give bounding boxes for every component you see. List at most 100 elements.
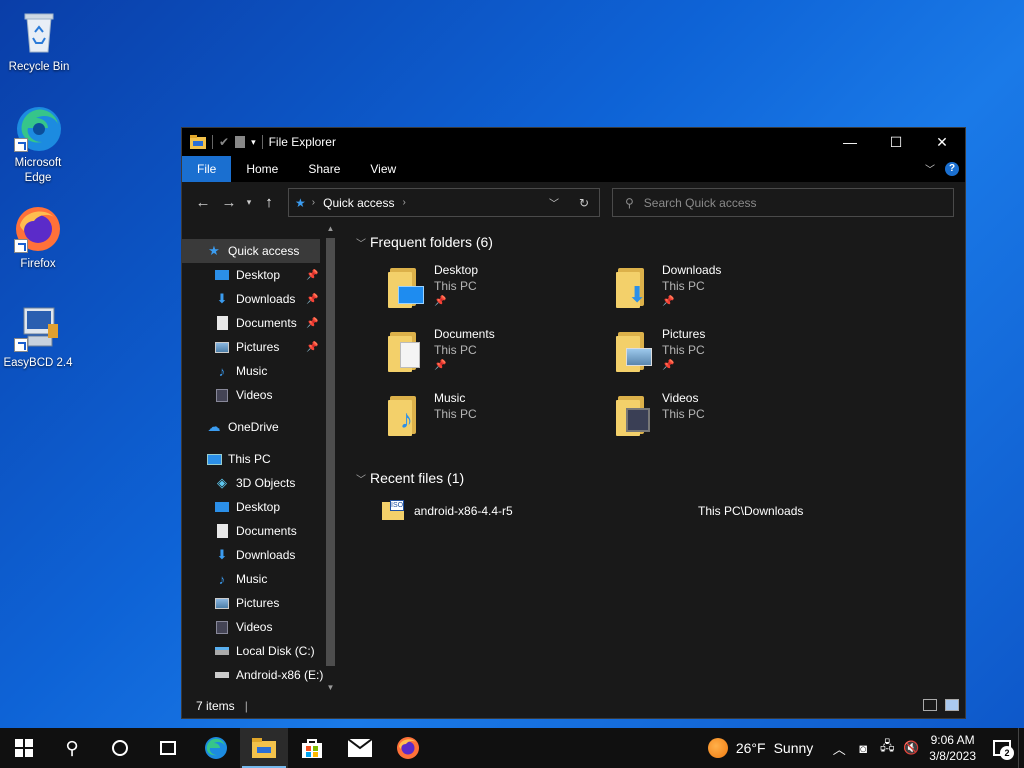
pin-icon: 📌 <box>306 341 319 353</box>
taskbar-mail[interactable] <box>336 728 384 768</box>
sidebar-scrollbar[interactable]: ▲ ▼ <box>323 222 338 694</box>
folder-location: This PC <box>434 407 477 421</box>
sidebar-item-onedrive[interactable]: ☁ OneDrive <box>182 415 338 439</box>
address-bar[interactable]: ★ › Quick access › ﹀ ↻ <box>288 188 600 217</box>
meet-now-icon[interactable]: ◙ <box>851 741 875 756</box>
folder-tile-pictures[interactable]: Pictures This PC 📌 <box>614 326 824 382</box>
folder-location: This PC <box>434 343 477 357</box>
collapse-chevron-icon[interactable]: ﹀ <box>356 471 370 486</box>
sidebar-item-3d-objects[interactable]: ◈ 3D Objects <box>182 471 338 495</box>
close-button[interactable]: ✕ <box>919 128 965 156</box>
details-view-icon[interactable] <box>923 699 937 711</box>
recent-file-row[interactable]: ISO android-x86-4.4-r5 This PC\Downloads <box>356 500 965 522</box>
recent-locations-chevron-icon[interactable]: ▾ <box>242 189 256 215</box>
folder-location: This PC <box>662 407 705 421</box>
sidebar-item-desktop[interactable]: Desktop 📌 <box>182 263 338 287</box>
sidebar-item-pc-music[interactable]: ♪ Music <box>182 567 338 591</box>
tab-view[interactable]: View <box>355 156 411 182</box>
taskbar-store[interactable] <box>288 728 336 768</box>
breadcrumb-chevron-icon[interactable]: › <box>402 197 405 208</box>
sidebar-item-label: Videos <box>236 388 273 402</box>
show-desktop-button[interactable] <box>1018 728 1024 768</box>
network-icon[interactable]: 🖧 <box>875 737 899 759</box>
volume-muted-icon[interactable]: 🔇 <box>899 740 923 756</box>
sidebar-item-label: Local Disk (C:) <box>236 644 315 658</box>
desktop-icon-easybcd[interactable]: EasyBCD 2.4 <box>0 304 76 371</box>
new-folder-icon[interactable] <box>235 136 246 148</box>
taskbar-edge[interactable] <box>192 728 240 768</box>
folder-tile-downloads[interactable]: ⬇ Downloads This PC 📌 <box>614 262 824 318</box>
up-arrow-icon[interactable]: ↑ <box>256 189 282 215</box>
folder-tile-documents[interactable]: Documents This PC 📌 <box>386 326 596 382</box>
breadcrumb-quick-access[interactable]: Quick access <box>323 196 394 210</box>
search-box[interactable]: ⚲ Search Quick access <box>612 188 954 217</box>
forward-arrow-icon[interactable]: → <box>216 189 242 215</box>
maximize-button[interactable]: ☐ <box>873 128 919 156</box>
sun-icon <box>707 738 728 758</box>
back-arrow-icon[interactable]: ← <box>190 189 216 215</box>
sidebar-item-quick-access[interactable]: ★ Quick access <box>182 239 320 263</box>
scroll-up-icon[interactable]: ▲ <box>323 224 338 233</box>
taskbar-firefox[interactable] <box>384 728 432 768</box>
address-dropdown-icon[interactable]: ﹀ <box>539 195 569 210</box>
customize-toolbar-icon[interactable]: ▾ <box>251 137 256 148</box>
task-view-button[interactable] <box>144 728 192 768</box>
pin-icon: 📌 <box>662 360 675 371</box>
cloud-icon: ☁ <box>207 419 221 434</box>
sidebar-item-pc-desktop[interactable]: Desktop <box>182 495 338 519</box>
weather-widget[interactable]: 26°F Sunny <box>707 738 813 758</box>
sidebar-item-local-disk[interactable]: Local Disk (C:) <box>182 639 338 663</box>
folder-name: Pictures <box>662 327 706 341</box>
search-button[interactable]: ⚲ <box>48 728 96 768</box>
tab-home[interactable]: Home <box>231 156 293 182</box>
sidebar-item-pc-documents[interactable]: Documents <box>182 519 338 543</box>
title-bar[interactable]: ✔ ▾ File Explorer — ☐ ✕ <box>182 128 965 156</box>
sidebar-item-pc-pictures[interactable]: Pictures <box>182 591 338 615</box>
clock[interactable]: 9:06 AM 3/8/2023 <box>929 732 976 764</box>
group-title: Frequent folders (6) <box>370 234 493 250</box>
edge-icon <box>14 104 62 152</box>
tab-file[interactable]: File <box>182 156 232 182</box>
taskbar-file-explorer[interactable] <box>240 728 288 768</box>
desktop-icon-edge[interactable]: Microsoft Edge <box>0 104 76 186</box>
recent-files-header[interactable]: ﹀ Recent files (1) <box>356 468 965 488</box>
frequent-folders-header[interactable]: ﹀ Frequent folders (6) <box>356 232 965 252</box>
desktop-icon-firefox[interactable]: Firefox <box>0 205 76 272</box>
sidebar-item-pictures[interactable]: Pictures 📌 <box>182 335 338 359</box>
desktop-icon-recycle-bin[interactable]: Recycle Bin <box>1 8 77 75</box>
sidebar-item-pc-videos[interactable]: Videos <box>182 615 338 639</box>
videos-icon <box>214 387 230 403</box>
sidebar-item-pc-downloads[interactable]: ⬇ Downloads <box>182 543 338 567</box>
cortana-button[interactable] <box>96 728 144 768</box>
shortcut-arrow-icon <box>14 138 28 152</box>
pictures-folder-icon <box>614 326 658 376</box>
start-button[interactable] <box>0 728 48 768</box>
expand-ribbon-icon[interactable]: ﹀ <box>925 161 935 176</box>
collapse-chevron-icon[interactable]: ﹀ <box>356 235 370 250</box>
sidebar-item-android-drive[interactable]: Android-x86 (E:) <box>182 663 338 687</box>
scroll-down-icon[interactable]: ▼ <box>323 683 338 692</box>
downloads-folder-icon: ⬇ <box>614 262 658 312</box>
scrollbar-thumb[interactable] <box>326 238 335 666</box>
sidebar-item-downloads[interactable]: ⬇ Downloads 📌 <box>182 287 338 311</box>
tab-share[interactable]: Share <box>293 156 355 182</box>
properties-icon[interactable]: ✔ <box>219 135 229 149</box>
minimize-button[interactable]: — <box>827 128 873 156</box>
large-icons-view-icon[interactable] <box>945 699 959 711</box>
sidebar-item-music[interactable]: ♪ Music <box>182 359 338 383</box>
refresh-icon[interactable]: ↻ <box>569 196 599 210</box>
sidebar-item-label: Documents <box>236 316 297 330</box>
cube-icon: ◈ <box>217 475 227 490</box>
help-icon[interactable]: ? <box>945 161 959 176</box>
sidebar-item-this-pc[interactable]: This PC <box>182 447 338 471</box>
folder-tile-videos[interactable]: Videos This PC <box>614 390 824 446</box>
sidebar-item-videos[interactable]: Videos <box>182 383 338 407</box>
folder-tile-music[interactable]: ♪ Music This PC <box>386 390 596 446</box>
firefox-icon <box>14 205 62 253</box>
notification-center-button[interactable]: 2 <box>986 728 1018 768</box>
folder-tile-desktop[interactable]: Desktop This PC 📌 <box>386 262 596 318</box>
sidebar-item-documents[interactable]: Documents 📌 <box>182 311 338 335</box>
sidebar-item-label: OneDrive <box>228 420 279 434</box>
pictures-icon <box>214 595 230 611</box>
show-hidden-icons-chevron-icon[interactable]: ︿ <box>827 739 851 758</box>
